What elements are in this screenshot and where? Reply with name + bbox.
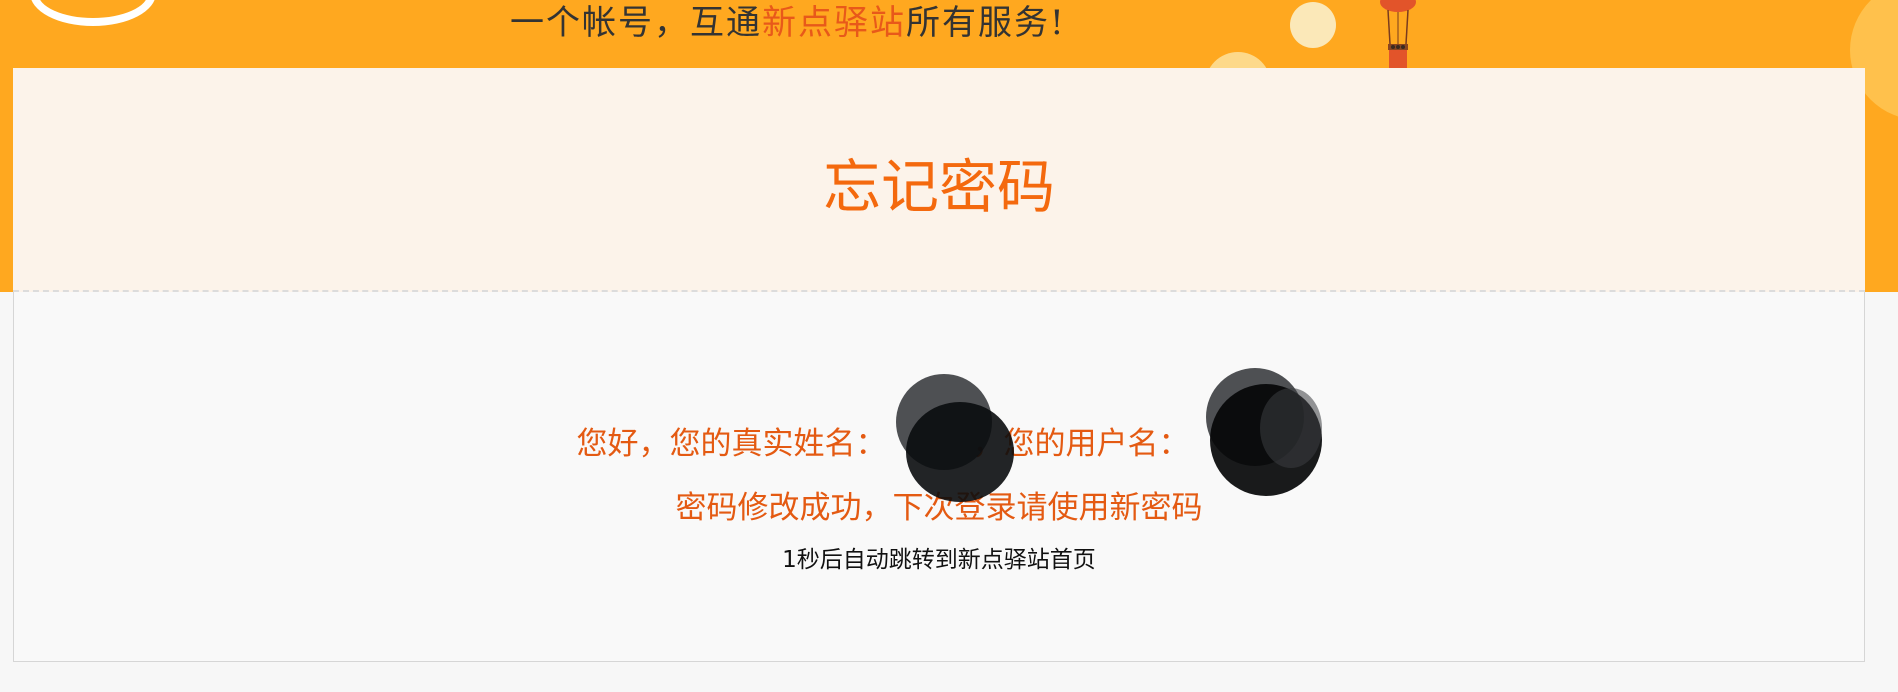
site-logo[interactable] [30, 0, 156, 26]
redaction-mark [906, 402, 1014, 502]
hot-air-balloon-icon [1380, 0, 1416, 68]
decorative-bubble [1290, 2, 1336, 48]
slogan-brand: 新点驿站 [762, 3, 906, 43]
redirect-message: 1秒后自动跳转到新点驿站首页 [782, 547, 1096, 573]
greeting-name-label: 您好，您的真实姓名： [576, 426, 887, 462]
slogan-suffix: 所有服务! [906, 3, 1066, 43]
banner-slogan: 一个帐号，互通新点驿站所有服务! [510, 0, 1066, 46]
redaction-mark [1260, 388, 1322, 468]
slogan-prefix: 一个帐号，互通 [510, 3, 762, 43]
page-title: 忘记密码 [822, 153, 1055, 221]
card-header: 忘记密码 [13, 68, 1865, 292]
